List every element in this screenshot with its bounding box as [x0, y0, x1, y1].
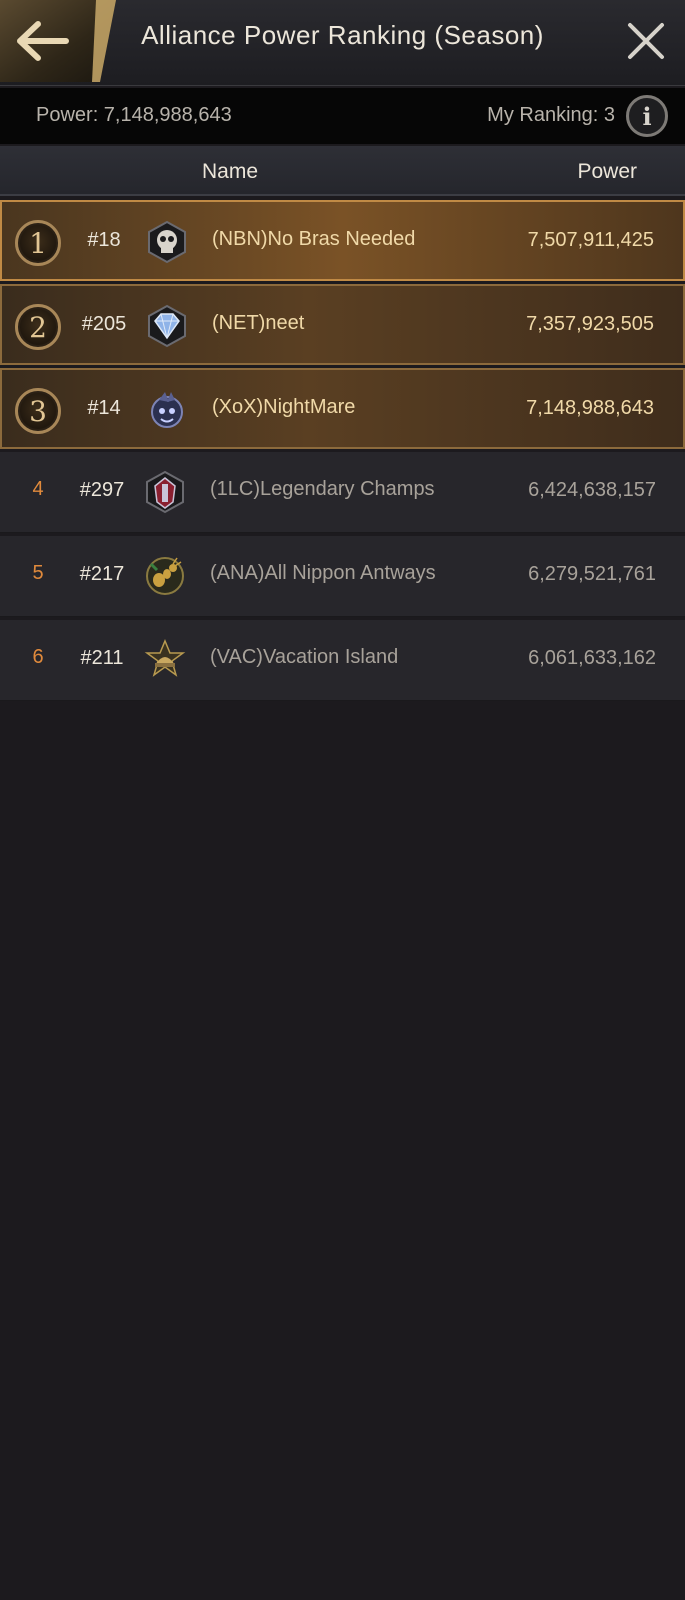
power-summary-bar: Power: 7,148,988,643 My Ranking: 3 i [0, 88, 685, 144]
ranking-row[interactable]: 2 #205 (NET)neet 7,357,923,505 [0, 284, 685, 365]
ranking-row[interactable]: 3 #14 (XoX)NightMare 7,148,988,643 [0, 368, 685, 449]
skull-emblem-icon [145, 220, 189, 264]
ranking-row[interactable]: 6 #211 (VAC)Vacation Island 6,061,633,16… [0, 620, 685, 701]
close-icon [628, 23, 664, 59]
alliance-name: (NBN)No Bras Needed [212, 228, 416, 250]
page-title: Alliance Power Ranking (Season) [141, 20, 544, 50]
column-header: Name Power [0, 146, 685, 196]
ranking-screen: Alliance Power Ranking (Season) Power: 7… [0, 0, 685, 1600]
ranking-row[interactable]: 4 #297 (1LC)Legendary Champs 6,424,638,1… [0, 452, 685, 533]
rank-medal: 3 [15, 388, 61, 434]
my-ranking-text: My Ranking: 3 [487, 104, 615, 126]
server-number: #217 [79, 563, 125, 585]
alliance-name: (VAC)Vacation Island [210, 646, 399, 668]
server-number: #211 [80, 647, 124, 669]
alliance-name: (ANA)All Nippon Antways [210, 562, 436, 584]
rank-number: 6 [32, 646, 44, 668]
ranking-list: 1 #18 (NBN)No Bras Needed 7,507,911,425 … [0, 200, 685, 704]
rank-number: 5 [32, 562, 44, 584]
info-button[interactable]: i [626, 95, 668, 137]
ranking-row[interactable]: 5 #217 (ANA)All Nippon Antways 6,279,521… [0, 536, 685, 617]
rank-medal: 1 [15, 220, 61, 266]
alliance-name: (NET)neet [212, 312, 305, 334]
alliance-power: 6,061,633,162 [528, 647, 656, 669]
server-number: #297 [79, 479, 125, 501]
rank-number: 4 [32, 478, 44, 500]
alliance-name: (XoX)NightMare [212, 396, 356, 418]
column-power-header: Power [577, 160, 637, 183]
alliance-power: 7,507,911,425 [527, 229, 654, 251]
knight-emblem-icon [143, 470, 187, 514]
helmet-emblem-icon [143, 638, 187, 682]
alliance-power: 6,279,521,761 [528, 563, 656, 585]
alliance-name: (1LC)Legendary Champs [210, 478, 435, 500]
header-bar: Alliance Power Ranking (Season) [0, 0, 685, 86]
server-number: #205 [81, 313, 127, 335]
close-button[interactable] [625, 20, 667, 62]
column-name-header: Name [202, 160, 259, 183]
ant-emblem-icon [143, 554, 187, 598]
ranking-row[interactable]: 1 #18 (NBN)No Bras Needed 7,507,911,425 [0, 200, 685, 281]
rank-medal: 2 [15, 304, 61, 350]
alliance-power: 7,357,923,505 [526, 313, 654, 335]
server-number: #14 [87, 397, 121, 419]
alliance-power-text: Power: 7,148,988,643 [36, 104, 232, 126]
server-number: #18 [87, 229, 121, 251]
diamond-emblem-icon [145, 304, 189, 348]
alliance-power: 6,424,638,157 [528, 479, 656, 501]
beast-emblem-icon [145, 388, 189, 432]
alliance-power: 7,148,988,643 [526, 397, 654, 419]
